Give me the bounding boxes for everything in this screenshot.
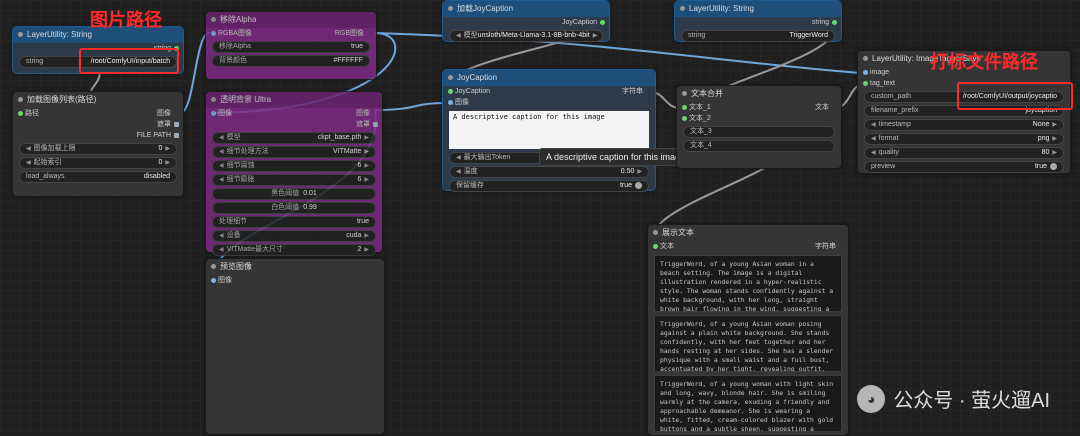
node-remove-bg-ultra[interactable]: 透明背景 Ultra 图像图像 遮罩 模型ckpt_base.pth 细节处理方… bbox=[205, 91, 383, 256]
caption-text-1[interactable]: TriggerWord, of a young Asian woman in a… bbox=[654, 255, 842, 312]
temperature-widget[interactable]: 温度0.50 bbox=[449, 166, 649, 178]
node-load-image-list[interactable]: 加载图像列表(路径) 路径 图像 遮罩 FILE PATH 图像加载上限0 起始… bbox=[12, 91, 184, 197]
node-title: 透明背景 Ultra bbox=[206, 92, 382, 108]
output-string-label: 字符串 bbox=[622, 88, 643, 95]
black-threshold-widget[interactable]: 黑色阈值 0.01 bbox=[212, 188, 376, 200]
model-select-widget[interactable]: 模型unsloth/Meta-Llama-3.1-8B-bnb-4bit bbox=[449, 30, 603, 42]
annotation-tag-path: 打标文件路径 bbox=[930, 52, 1038, 72]
toggle-icon bbox=[635, 181, 642, 189]
preview-widget[interactable]: preview true bbox=[864, 161, 1064, 173]
device-widget[interactable]: 设备cuda bbox=[212, 230, 376, 242]
caption-text-3[interactable]: TriggerWord, of a young woman with light… bbox=[654, 375, 842, 432]
load-always-widget[interactable]: load_always disabled bbox=[19, 171, 177, 183]
input-tag-text[interactable]: tag_text bbox=[858, 78, 1070, 89]
input-text[interactable]: 文本 字符串 bbox=[648, 241, 848, 252]
input-text-1[interactable]: 文本_1 文本 bbox=[677, 102, 841, 113]
node-title: LayerUtility: String bbox=[675, 1, 841, 17]
white-threshold-widget[interactable]: 白色阈值 0.99 bbox=[212, 202, 376, 214]
input-rgba[interactable]: RGBA图像 RGB图像 bbox=[206, 28, 376, 39]
node-title: 文本合并 bbox=[677, 86, 841, 102]
node-joycaption[interactable]: JoyCaption JoyCaption 字符串 图像 A descriptiv… bbox=[442, 69, 656, 192]
node-remove-alpha[interactable]: 移除Alpha RGBA图像 RGB图像 移除Alpha true 背景颜色 #FFF… bbox=[205, 11, 377, 80]
node-title: JoyCaption bbox=[443, 70, 655, 86]
bg-color-widget[interactable]: 背景颜色 #FFFFFF bbox=[212, 55, 370, 67]
output-rgb-label: RGB图像 bbox=[334, 30, 364, 37]
output-string-label: 字符串 bbox=[815, 243, 836, 250]
node-title: 移除Alpha bbox=[206, 12, 376, 28]
custom-path-widget[interactable]: custom_path/root/ComfyUI/output/joycapti… bbox=[864, 91, 1064, 103]
text-4-field[interactable]: 文本_4 bbox=[683, 140, 835, 152]
trigger-word-widget[interactable]: string TriggerWord bbox=[681, 30, 835, 42]
input-joycaption[interactable]: JoyCaption 字符串 bbox=[443, 86, 655, 97]
model-widget[interactable]: 模型ckpt_base.pth bbox=[212, 132, 376, 144]
node-load-joycaption[interactable]: 加载JoyCaption JoyCaption 模型unsloth/Meta-L… bbox=[442, 0, 610, 42]
node-title: 加载图像列表(路径) bbox=[13, 92, 183, 108]
vitmatte-size-widget[interactable]: VITMatte最大尺寸2 bbox=[212, 244, 376, 256]
detail-erode-widget[interactable]: 细节腐蚀6 bbox=[212, 160, 376, 172]
format-widget[interactable]: formatpng bbox=[864, 133, 1064, 145]
string-path-widget[interactable]: string /root/ComfyUI/input/batch bbox=[19, 56, 177, 68]
image-limit-widget[interactable]: 图像加载上限0 bbox=[19, 143, 177, 155]
output-string[interactable]: string bbox=[13, 43, 183, 54]
caption-text-2[interactable]: TriggerWord, of a young Asian woman posi… bbox=[654, 315, 842, 372]
filename-prefix-widget[interactable]: filename_prefix joycaption bbox=[864, 105, 1064, 117]
input-image[interactable]: 图像 bbox=[206, 275, 384, 286]
wechat-icon: ◕ bbox=[857, 384, 886, 413]
detail-dilate-widget[interactable]: 细节膨胀6 bbox=[212, 174, 376, 186]
output-image-label: 图像 bbox=[356, 110, 370, 117]
input-image[interactable]: 图像 图像 bbox=[206, 108, 382, 119]
node-title: 加载JoyCaption bbox=[443, 1, 609, 17]
annotation-image-path: 图片路径 bbox=[90, 10, 162, 30]
watermark: ◕ 公众号 · 萤火遛AI bbox=[857, 384, 1050, 413]
node-preview-image[interactable]: 预览图像 图像 bbox=[205, 258, 385, 435]
node-show-text[interactable]: 展示文本 文本 字符串 TriggerWord, of a young Asian… bbox=[647, 224, 849, 436]
input-image[interactable]: 图像 bbox=[443, 97, 655, 108]
output-string[interactable]: string bbox=[675, 17, 841, 28]
input-text-2[interactable]: 文本_2 bbox=[677, 113, 841, 124]
remove-alpha-widget[interactable]: 移除Alpha true bbox=[212, 41, 370, 53]
input-path[interactable]: 路径 图像 bbox=[13, 108, 183, 119]
output-mask[interactable]: 遮罩 bbox=[206, 119, 382, 130]
output-mask[interactable]: 遮罩 bbox=[13, 119, 183, 130]
detail-method-widget[interactable]: 细节处理方法VITMatte bbox=[212, 146, 376, 158]
node-string-path[interactable]: LayerUtility: String string string /root… bbox=[12, 26, 184, 74]
start-index-widget[interactable]: 起始索引0 bbox=[19, 157, 177, 169]
toggle-icon bbox=[1050, 162, 1057, 170]
node-string-trigger[interactable]: LayerUtility: String string string Trigge… bbox=[674, 0, 842, 42]
output-text-label: 文本 bbox=[815, 104, 829, 111]
text-3-field[interactable]: 文本_3 bbox=[683, 126, 835, 138]
process-detail-widget[interactable]: 处理细节 true bbox=[212, 216, 376, 228]
output-image-label: 图像 bbox=[157, 110, 171, 117]
timestamp-widget[interactable]: timestampNone bbox=[864, 119, 1064, 131]
quality-widget[interactable]: quality80 bbox=[864, 147, 1064, 159]
output-file-path[interactable]: FILE PATH bbox=[13, 130, 183, 141]
output-joycaption[interactable]: JoyCaption bbox=[443, 17, 609, 28]
node-title: 展示文本 bbox=[648, 225, 848, 241]
node-title: 预览图像 bbox=[206, 259, 384, 275]
prompt-textarea[interactable]: A descriptive caption for this image bbox=[449, 111, 649, 149]
caption-tooltip: A descriptive caption for this image bbox=[539, 148, 693, 166]
node-text-concat[interactable]: 文本合并 文本_1 文本 文本_2 文本_3 文本_4 bbox=[676, 85, 842, 169]
keep-cache-widget[interactable]: 保留缓存 true bbox=[449, 180, 649, 192]
